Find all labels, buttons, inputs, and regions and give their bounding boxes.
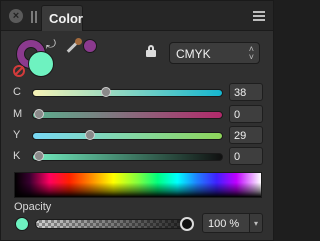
slider-row-y: Y 29 (1, 126, 273, 146)
color-mode-value: CMYK (176, 47, 211, 61)
grip-icon[interactable] (31, 11, 37, 23)
value-field-k[interactable]: 0 (229, 147, 263, 165)
fill-swatch[interactable] (28, 51, 54, 77)
color-picker-icon[interactable] (63, 37, 83, 57)
slider-row-k: K 0 (1, 147, 273, 167)
picked-color-swatch[interactable] (83, 39, 97, 53)
opacity-label: Opacity (14, 201, 52, 213)
slider-track-k[interactable] (32, 151, 223, 161)
close-icon[interactable]: × (9, 9, 23, 23)
panel-titlebar: × Color (1, 1, 273, 31)
slider-label-k: K (13, 150, 21, 162)
picker-head (75, 38, 82, 45)
lock-body (146, 50, 156, 57)
slider-row-m: M 0 (1, 105, 273, 125)
chevron-updown-icon: ˄ ˅ (248, 44, 254, 62)
no-color-icon[interactable] (13, 65, 25, 77)
opacity-knob[interactable] (180, 217, 194, 231)
opacity-color-swatch (15, 217, 29, 231)
slider-label-m: M (13, 108, 23, 120)
slider-row-c: C 38 (1, 83, 273, 103)
color-panel: × Color ⤾ CMYK ˄ ˅ C 38 M 0 Y 29 K 0 Opa… (0, 0, 274, 241)
value-field-y[interactable]: 29 (229, 126, 263, 144)
chevron-down-icon[interactable]: ▾ (250, 213, 263, 233)
value-field-m[interactable]: 0 (229, 105, 263, 123)
menu-icon[interactable] (253, 11, 265, 21)
slider-knob-m[interactable] (34, 109, 44, 119)
color-mode-dropdown[interactable]: CMYK ˄ ˅ (169, 42, 260, 64)
tab-label: Color (49, 11, 83, 26)
slider-track-y[interactable] (32, 130, 223, 140)
opacity-value-field[interactable]: 100 % (202, 213, 250, 233)
value-field-c[interactable]: 38 (229, 83, 263, 101)
color-spectrum[interactable] (14, 172, 262, 198)
slider-label-c: C (13, 86, 21, 98)
slider-knob-y[interactable] (85, 130, 96, 140)
slider-label-y: Y (13, 129, 21, 141)
tab-color[interactable]: Color (41, 5, 83, 31)
value-text-y: 29 (234, 130, 247, 142)
opacity-value-text: 100 % (208, 218, 240, 230)
slider-track-c[interactable] (32, 87, 223, 97)
slider-track-m[interactable] (32, 109, 223, 119)
value-text-m: 0 (234, 109, 241, 121)
slider-knob-k[interactable] (34, 151, 44, 161)
lock-icon[interactable] (146, 45, 156, 57)
value-text-k: 0 (234, 151, 241, 163)
value-text-c: 38 (234, 87, 247, 99)
swap-icon[interactable]: ⤾ (46, 37, 62, 51)
opacity-slider[interactable] (35, 217, 194, 231)
slider-knob-c[interactable] (101, 87, 112, 97)
